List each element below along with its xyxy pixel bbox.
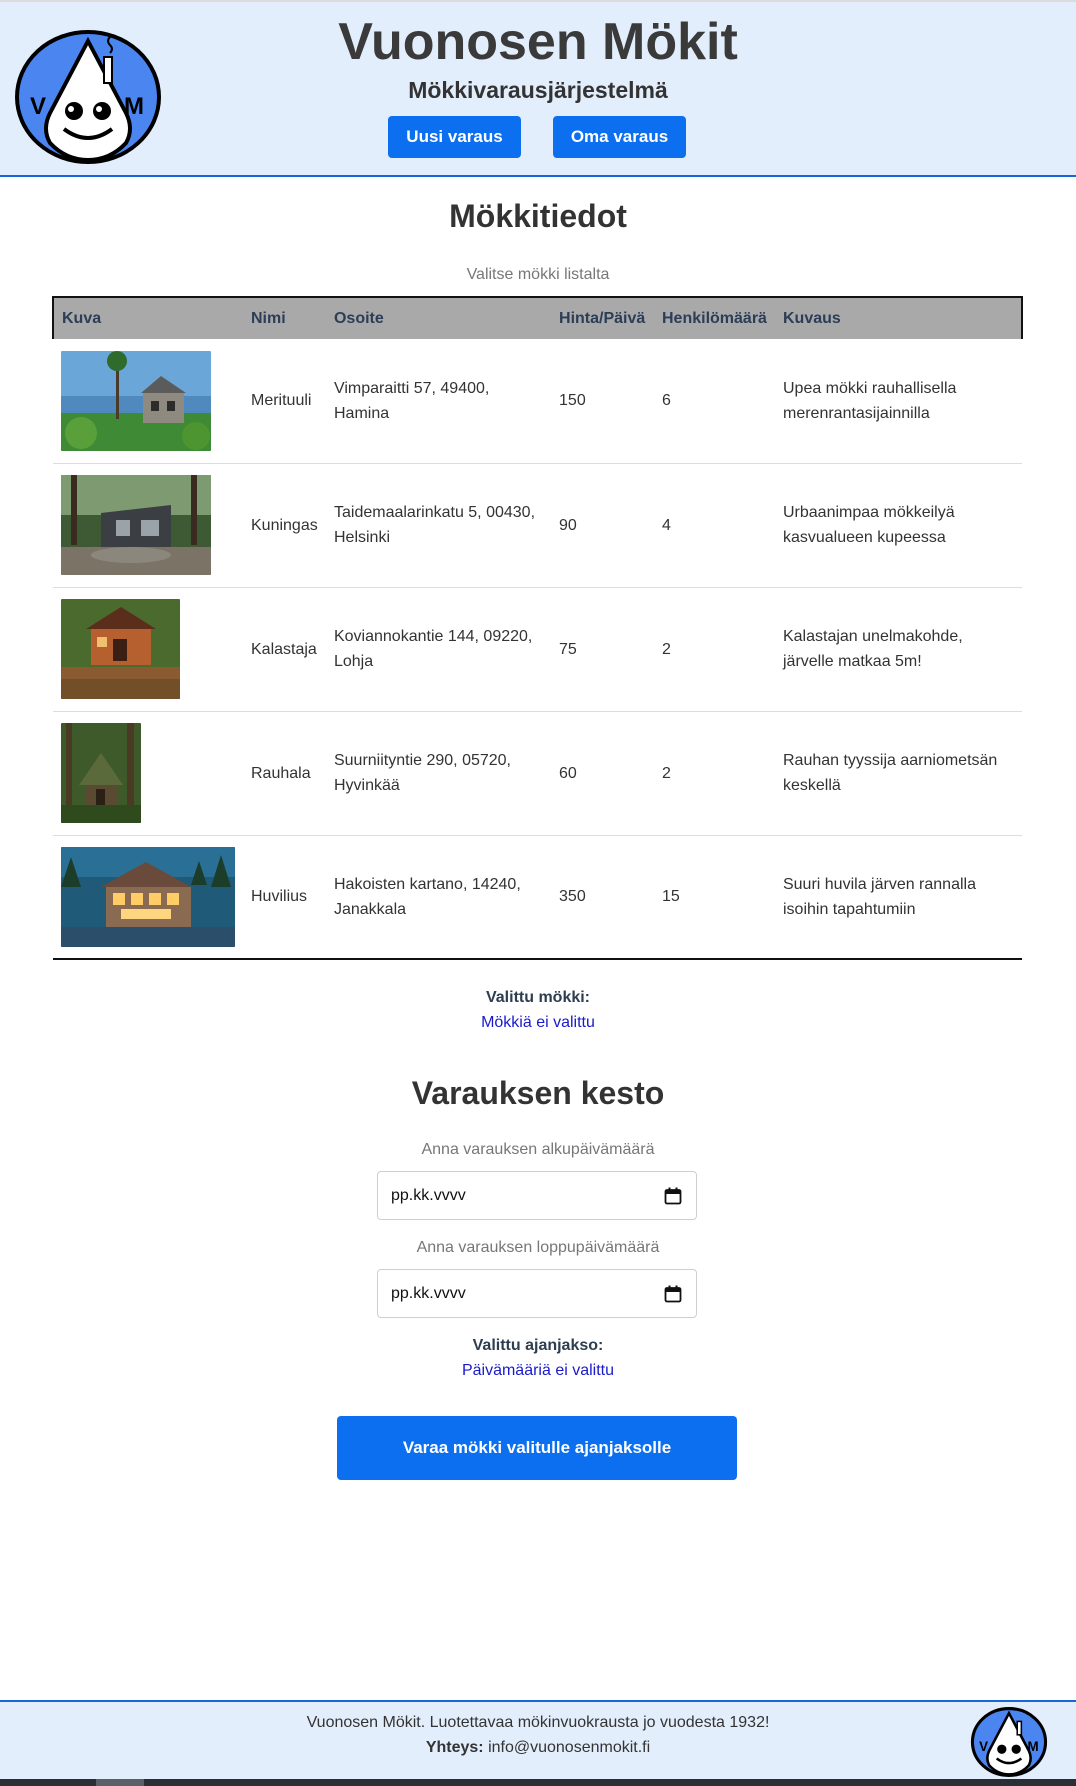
footer-contact-email: info@vuonosenmokit.fi xyxy=(488,1739,651,1756)
cabin-address: Koviannokantie 144, 09220, Lohja xyxy=(333,628,533,670)
taskbar-strip xyxy=(0,1779,1076,1786)
book-cabin-button[interactable]: Varaa mökki valitulle ajanjaksolle xyxy=(337,1416,737,1480)
cabin-photo-rauhala xyxy=(61,723,141,823)
cabin-address: Vimparaitti 57, 49400, Hamina xyxy=(333,379,490,422)
cabin-persons: 2 xyxy=(662,764,671,782)
column-header-persons: Henkilömäärä xyxy=(654,296,775,339)
calendar-icon[interactable] xyxy=(664,1187,682,1205)
cabin-name: Huvilius xyxy=(251,888,308,906)
cabin-persons: 6 xyxy=(662,392,671,410)
cabin-description: Suuri huvila järven rannalla isoihin tap… xyxy=(782,875,976,918)
column-header-name: Nimi xyxy=(243,296,326,339)
site-header: V M Vuonosen Mökit Mökkivarausjärjestelm… xyxy=(0,0,1076,177)
cabin-description: Urbaanimpaa mökkeilyä kasvualueen kupees… xyxy=(782,504,955,546)
cabins-heading: Mökkitiedot xyxy=(449,198,627,234)
end-date-input[interactable]: pp.kk.vvvv xyxy=(377,1269,697,1318)
footer-contact-label: Yhteys: xyxy=(425,1739,484,1756)
booking-heading: Varauksen kesto xyxy=(411,1075,665,1111)
new-booking-button[interactable]: Uusi varaus xyxy=(388,116,521,158)
selected-cabin-label: Valittu mökki: xyxy=(485,989,591,1006)
footer-tagline: Vuonosen Mökit. Luotettavaa mökinvuokrau… xyxy=(306,1714,770,1731)
cabin-persons: 15 xyxy=(662,888,680,906)
column-header-image: Kuva xyxy=(52,296,243,339)
cabin-description: Kalastajan unelmakohde, järvelle matkaa … xyxy=(782,628,963,670)
cabin-photo-kuningas xyxy=(61,475,211,575)
cabin-description: Upea mökki rauhallisella merenrantasijai… xyxy=(782,379,957,422)
cabin-photo-huvilius xyxy=(61,846,235,947)
end-date-placeholder: pp.kk.vvvv xyxy=(391,1284,466,1302)
table-row[interactable]: Merituuli Vimparaitti 57, 49400, Hamina … xyxy=(53,339,1022,463)
cabin-price: 60 xyxy=(559,764,577,782)
site-footer: Vuonosen Mökit. Luotettavaa mökinvuokrau… xyxy=(0,1700,1076,1779)
cabin-address: Suurniityntie 290, 05720, Hyvinkää xyxy=(333,752,511,794)
selected-period-value: Päivämääriä ei valittu xyxy=(461,1362,615,1379)
selected-cabin-value: Mökkiä ei valittu xyxy=(481,1014,595,1031)
table-header-row: Kuva Nimi Osoite Hinta/Päivä Henkilömäär… xyxy=(52,296,1024,339)
column-header-description: Kuvaus xyxy=(774,296,1024,339)
cabin-name: Rauhala xyxy=(251,764,311,782)
column-header-price: Hinta/Päivä xyxy=(551,296,654,339)
site-title: Vuonosen Mökit xyxy=(338,13,738,71)
start-date-input[interactable]: pp.kk.vvvv xyxy=(377,1171,697,1220)
table-row[interactable]: Rauhala Suurniityntie 290, 05720, Hyvink… xyxy=(53,711,1022,835)
cabin-address: Taidemaalarinkatu 5, 00430, Helsinki xyxy=(333,504,536,546)
cabin-price: 150 xyxy=(559,392,586,410)
column-header-address: Osoite xyxy=(325,296,552,339)
site-subtitle: Mökkivarausjärjestelmä xyxy=(408,77,668,103)
table-row[interactable]: Kalastaja Koviannokantie 144, 09220, Loh… xyxy=(53,587,1022,711)
cabin-name: Kalastaja xyxy=(251,640,317,658)
start-date-label: Anna varauksen alkupäivämäärä xyxy=(421,1141,655,1158)
cabins-hint: Valitse mökki listalta xyxy=(466,266,610,283)
footer-logo: V M xyxy=(970,1707,1048,1777)
cabin-photo-kalastaja xyxy=(61,599,180,699)
cabin-name: Kuningas xyxy=(251,516,318,534)
cabin-price: 90 xyxy=(559,516,577,534)
end-date-label: Anna varauksen loppupäivämäärä xyxy=(416,1239,660,1256)
cabin-persons: 4 xyxy=(662,516,671,534)
cabin-description: Rauhan tyyssija aarniometsän keskellä xyxy=(782,752,998,794)
footer-contact: Yhteys: info@vuonosenmokit.fi xyxy=(0,1739,1076,1757)
selected-period-label: Valittu ajanjakso: xyxy=(472,1337,604,1354)
svg-text:M: M xyxy=(1028,1739,1039,1754)
cabin-address: Hakoisten kartano, 14240, Janakkala xyxy=(333,875,521,918)
cabin-persons: 2 xyxy=(662,640,671,658)
cabin-table: Kuva Nimi Osoite Hinta/Päivä Henkilömäär… xyxy=(52,296,1024,960)
calendar-icon[interactable] xyxy=(664,1285,682,1303)
cabin-name: Merituuli xyxy=(251,392,312,410)
table-row[interactable]: Huvilius Hakoisten kartano, 14240, Janak… xyxy=(53,835,1022,959)
start-date-placeholder: pp.kk.vvvv xyxy=(391,1186,466,1204)
cabin-price: 350 xyxy=(559,888,586,906)
cabin-price: 75 xyxy=(559,640,577,658)
my-booking-button[interactable]: Oma varaus xyxy=(553,116,686,158)
cabin-photo-merituuli xyxy=(61,350,211,451)
svg-text:V: V xyxy=(979,1739,988,1754)
table-row[interactable]: Kuningas Taidemaalarinkatu 5, 00430, Hel… xyxy=(53,463,1022,587)
